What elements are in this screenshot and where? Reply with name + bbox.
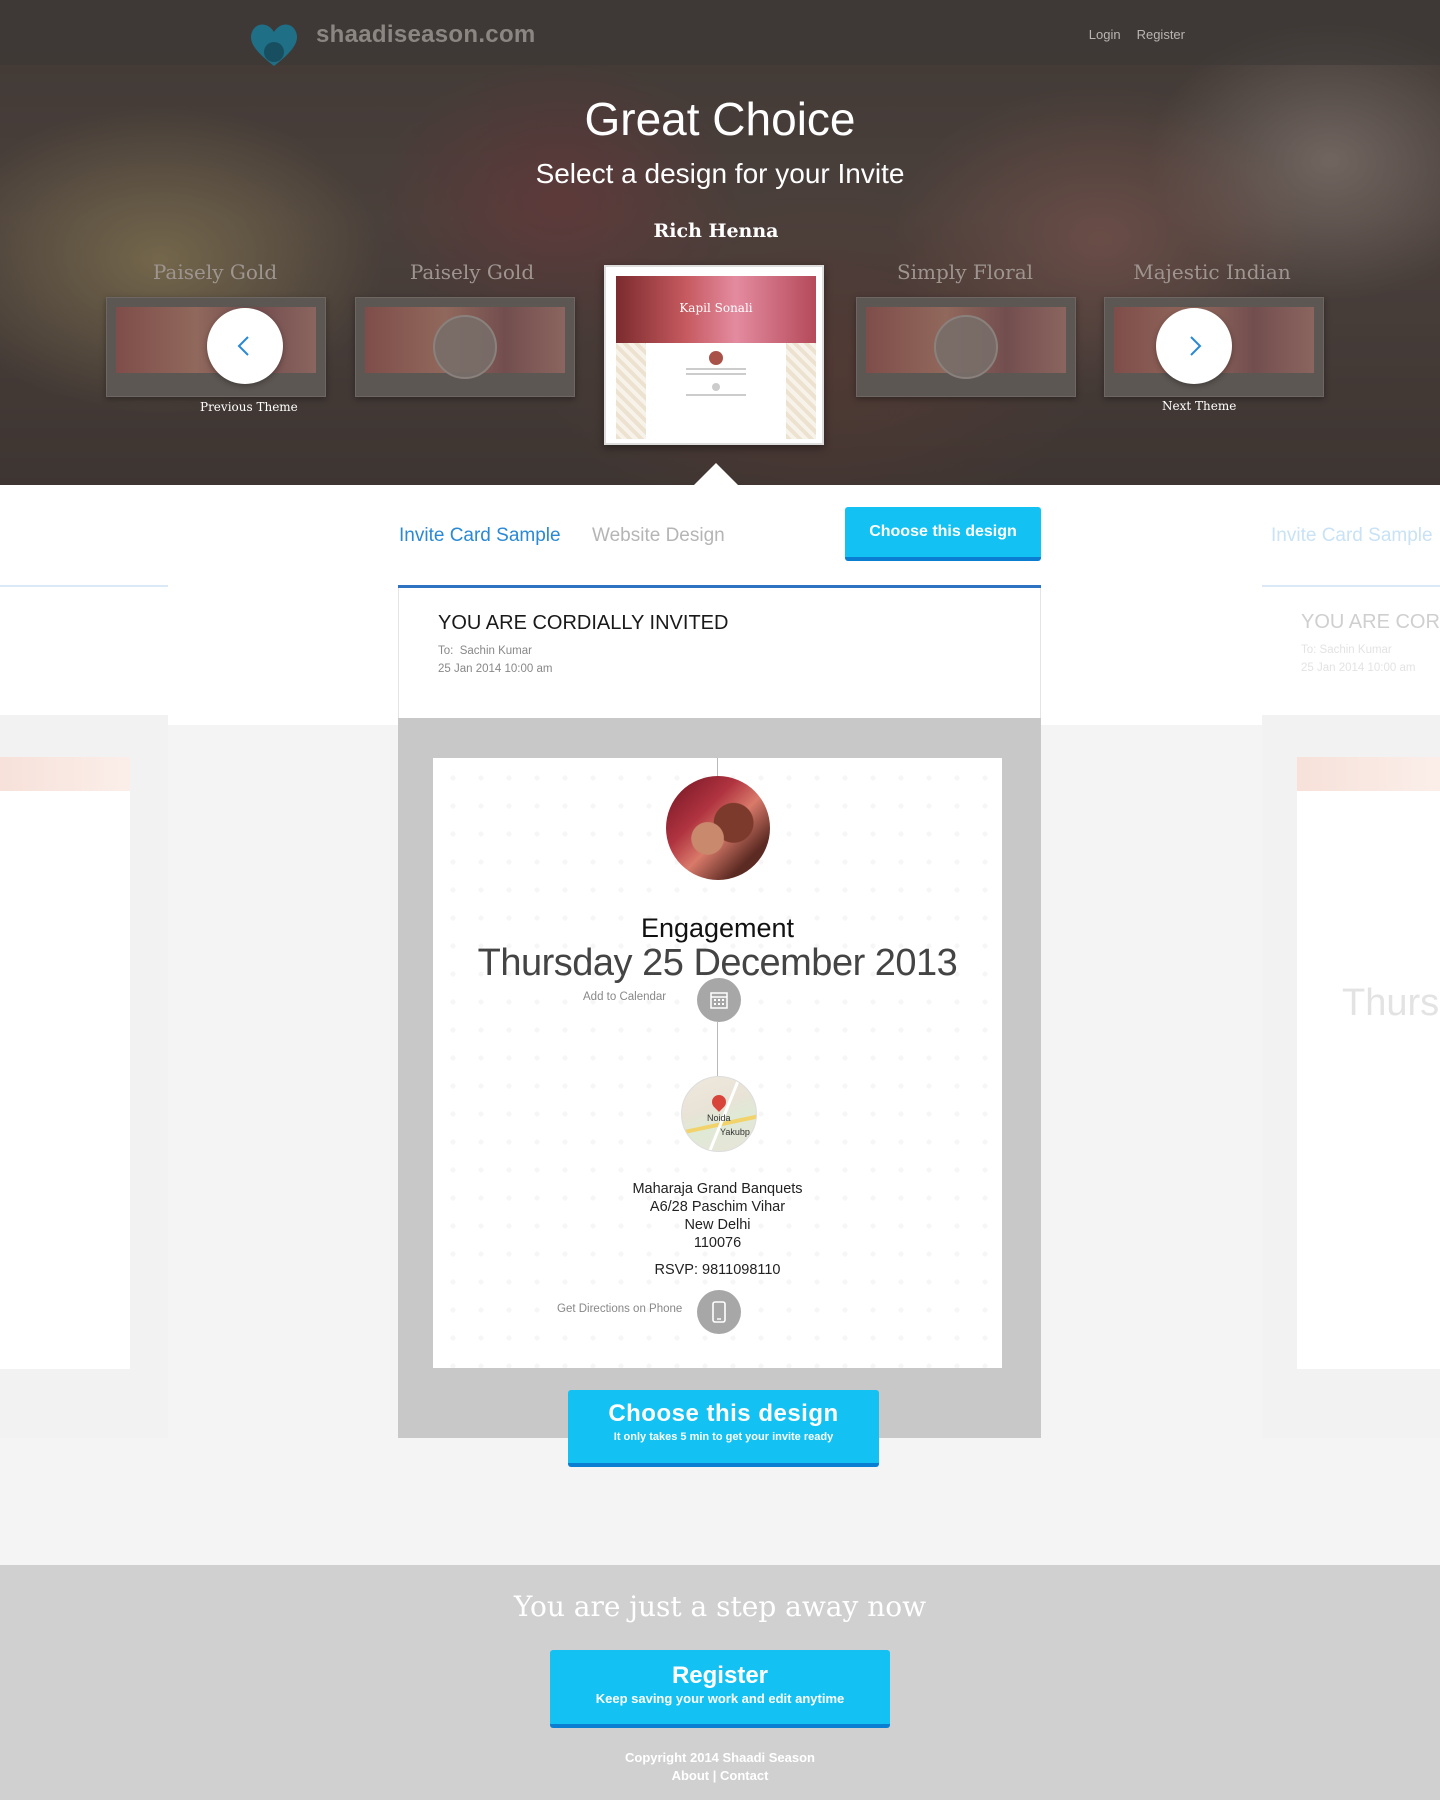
tab-website-design[interactable]: Website Design [592, 525, 725, 547]
add-to-calendar-button[interactable] [697, 978, 741, 1022]
ghost-card-band [0, 757, 130, 791]
invite-preview-panel: YOU ARE CORDIALLY INVITED To: Sachin Kum… [398, 585, 1041, 1438]
theme-name: Paisely Gold [152, 260, 278, 284]
ghost-card [0, 757, 130, 1369]
timeline-line [717, 1022, 718, 1076]
add-to-calendar-label[interactable]: Add to Calendar [583, 991, 666, 1003]
register-label: Register [671, 1662, 769, 1689]
invite-sent-date: 25 Jan 2014 10:00 am [438, 663, 553, 675]
map-label: Noida [707, 1113, 731, 1123]
footer-links: About | Contact [0, 1768, 1440, 1783]
selection-pointer [694, 463, 738, 485]
mini-line [686, 368, 746, 370]
invite-recipient: To: Sachin Kumar [438, 645, 532, 657]
calendar-icon [710, 992, 728, 1009]
register-button[interactable]: Register Keep saving your work and edit … [550, 1650, 890, 1728]
venue-city: New Delhi [684, 1217, 751, 1233]
theme-thumbnail-medallion [433, 315, 497, 379]
about-link[interactable]: About [672, 1768, 710, 1783]
theme-name: Paisely Gold [409, 260, 535, 284]
page-title: Great Choice [584, 93, 856, 145]
theme-name: Simply Floral [896, 260, 1034, 284]
get-directions-button[interactable] [697, 1290, 741, 1334]
venue-map[interactable]: Noida Yakubp [681, 1076, 757, 1152]
recipient-label: To: [438, 645, 454, 657]
theme-selector-hero: shaadiseason.com Login Register Great Ch… [0, 0, 1440, 485]
selected-theme-image: Kapil Sonali [616, 276, 816, 343]
invite-title: YOU ARE CORDIALLY INVITED [438, 612, 729, 634]
recipient-name: Sachin Kumar [459, 645, 532, 657]
theme-name: Majestic Indian [1133, 260, 1291, 284]
next-theme-button[interactable] [1156, 308, 1232, 384]
timeline-line [717, 758, 718, 778]
previous-theme-label[interactable]: Previous Theme [200, 400, 298, 414]
register-sublabel: Keep saving your work and edit anytime [595, 1691, 845, 1706]
selected-theme-name: Rich Henna [653, 220, 779, 242]
mini-dot [712, 383, 720, 391]
page-subtitle: Select a design for your Invite [535, 158, 905, 189]
next-preview-panel: YOU ARE COR To: Sachin Kumar 25 Jan 2014… [1262, 585, 1440, 1438]
ghost-title: YOU ARE COR [1301, 611, 1440, 633]
previous-theme-button[interactable] [207, 308, 283, 384]
mini-photo [709, 351, 723, 365]
auth-nav: Login Register [1089, 27, 1185, 42]
ghost-card-band [1297, 757, 1440, 791]
invite-email-header: YOU ARE CORDIALLY INVITED To: Sachin Kum… [398, 588, 1041, 718]
venue-street: A6/28 Paschim Vihar [649, 1199, 786, 1215]
login-link[interactable]: Login [1089, 27, 1121, 42]
theme-option-4[interactable]: Majestic Indian [1102, 260, 1322, 284]
mini-line [686, 373, 746, 375]
ghost-date: 25 Jan 2014 10:00 am [1301, 662, 1416, 674]
theme-option-2[interactable]: Paisely Gold [362, 260, 582, 284]
ghost-event-date: Thursc [1342, 982, 1440, 1024]
previous-preview-panel: 2013 [0, 585, 168, 1609]
venue-name: Maharaja Grand Banquets [632, 1181, 803, 1197]
invite-card: Engagement Thursday 25 December 2013 Add… [433, 758, 1002, 1368]
pattern-strip [786, 343, 816, 439]
selected-theme-content [646, 343, 786, 439]
selected-theme-body [616, 343, 816, 439]
pattern-strip [616, 343, 646, 439]
selected-theme-couple-names: Kapil Sonali [679, 301, 753, 315]
copyright: Copyright 2014 Shaadi Season [624, 1750, 815, 1765]
mini-line [686, 394, 746, 396]
ghost-to: To: Sachin Kumar [1301, 644, 1392, 656]
venue-pincode: 110076 [693, 1235, 742, 1251]
footer-link-separator: | [709, 1768, 721, 1783]
footer: You are just a step away now Register Ke… [0, 1565, 1440, 1800]
top-navigation-bar: shaadiseason.com Login Register [0, 0, 1440, 68]
choose-design-button-top[interactable]: Choose this design [845, 507, 1041, 561]
choose-design-button[interactable]: Choose this design It only takes 5 min t… [568, 1390, 879, 1467]
next-preview-tab: Invite Card Sample [1271, 525, 1433, 546]
phone-icon [712, 1301, 726, 1323]
chevron-right-icon [1190, 336, 1202, 356]
choose-design-label: Choose this design [608, 1400, 839, 1427]
ghost-card [1297, 757, 1440, 1369]
contact-link[interactable]: Contact [720, 1768, 768, 1783]
ghost-panel-head [0, 587, 168, 715]
heart-logo-icon[interactable] [248, 20, 300, 68]
get-directions-label[interactable]: Get Directions on Phone [557, 1303, 682, 1315]
next-theme-label[interactable]: Next Theme [1162, 399, 1236, 413]
theme-option-3[interactable]: Simply Floral [855, 260, 1075, 284]
rsvp-number: RSVP: 9811098110 [654, 1262, 781, 1278]
selected-theme-thumbnail[interactable]: Kapil Sonali [604, 265, 824, 445]
brand-name[interactable]: shaadiseason.com [316, 21, 536, 49]
theme-thumbnail-3[interactable] [856, 297, 1076, 397]
tab-invite-card-sample[interactable]: Invite Card Sample [399, 525, 561, 547]
event-name: Engagement [640, 913, 795, 943]
theme-thumbnail-2[interactable] [355, 297, 575, 397]
map-label: Yakubp [720, 1127, 750, 1137]
theme-thumbnail-medallion [934, 315, 998, 379]
couple-photo [666, 776, 770, 880]
chevron-left-icon [237, 336, 249, 356]
footer-title: You are just a step away now [513, 1590, 927, 1623]
choose-design-sublabel: It only takes 5 min to get your invite r… [613, 1431, 834, 1443]
theme-option-1[interactable]: Paisely Gold [105, 260, 325, 284]
register-link[interactable]: Register [1137, 27, 1185, 42]
